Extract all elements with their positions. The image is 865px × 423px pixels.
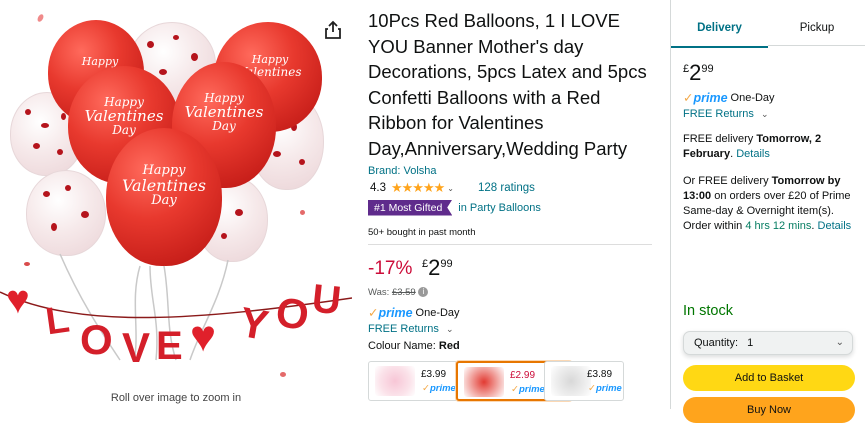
buy-box-price: £299 xyxy=(683,60,714,86)
rating-value: 4.3 xyxy=(370,182,386,194)
info-icon[interactable]: i xyxy=(418,287,429,298)
quantity-value: 1 xyxy=(747,337,754,349)
prime-logo: ✓prime xyxy=(368,306,413,320)
star-rating-icon[interactable]: ★★★★★ xyxy=(391,180,445,196)
zoom-hint: Roll over image to zoom in xyxy=(110,392,242,404)
heart-icon: ♥ xyxy=(6,278,30,322)
most-gifted-badge[interactable]: #1 Most Gifted xyxy=(368,199,453,216)
bought-count: 50+ bought in past month xyxy=(368,227,476,238)
delivery-message: FREE delivery Tomorrow, 2 February. Deta… xyxy=(683,133,822,160)
colour-swatch-silver[interactable]: £3.89 ✓prime xyxy=(544,361,624,401)
ratings-count-link[interactable]: 128 ratings xyxy=(478,182,535,194)
banner-letter: V xyxy=(122,324,151,371)
chevron-down-icon[interactable]: ⌄ xyxy=(447,184,454,193)
price-fraction: 99 xyxy=(701,63,714,75)
badge-category-link[interactable]: in Party Balloons xyxy=(458,202,541,214)
best-seller-badge-row: #1 Most Gifted in Party Balloons xyxy=(368,199,541,216)
delivery-details-link[interactable]: Details xyxy=(818,220,852,232)
swatch-price: £3.99 xyxy=(421,369,447,380)
product-title: 10Pcs Red Balloons, 1 I LOVE YOU Banner … xyxy=(368,10,647,159)
brand-link[interactable]: Brand: Volsha xyxy=(368,165,437,177)
price-fraction: 99 xyxy=(440,258,453,270)
chevron-down-icon[interactable]: ⌄ xyxy=(761,109,769,119)
free-returns-link[interactable]: FREE Returns ⌄ xyxy=(368,323,454,335)
product-image[interactable]: Happy Happy Valentines Happy Valentines Day… xyxy=(0,0,352,409)
share-icon[interactable] xyxy=(323,20,343,40)
prime-logo: ✓prime xyxy=(511,384,545,395)
confetti xyxy=(280,372,286,377)
chevron-down-icon: ⌄ xyxy=(835,337,844,348)
was-price-value: £3.59 xyxy=(391,287,416,298)
swatch-price: £3.89 xyxy=(587,369,613,380)
price-currency: £ xyxy=(422,258,429,270)
delivery-details-link[interactable]: Details xyxy=(736,148,770,160)
confetti xyxy=(300,210,305,215)
prime-delivery: ✓prime One-Day xyxy=(368,305,460,320)
heart-icon: ♥ xyxy=(190,312,217,361)
banner-letter: O xyxy=(80,316,113,363)
banner-letter: O xyxy=(272,287,312,340)
banner-letter: E xyxy=(156,324,183,368)
chevron-down-icon[interactable]: ⌄ xyxy=(446,324,454,334)
was-label: Was: xyxy=(368,287,390,298)
banner-letter: U xyxy=(309,276,344,324)
was-price: Was: £3.59 i xyxy=(368,287,429,298)
swatch-thumbnail xyxy=(551,366,591,396)
prime-logo: ✓prime xyxy=(422,383,456,394)
free-returns-link[interactable]: FREE Returns ⌄ xyxy=(683,108,769,120)
stock-status: In stock xyxy=(683,303,733,319)
fastest-delivery-message: Or FREE delivery Tomorrow by 13:00 on or… xyxy=(683,175,852,232)
swatch-thumbnail xyxy=(375,366,415,396)
prime-delivery: ✓prime One-Day xyxy=(683,90,775,105)
colour-label: Colour Name: xyxy=(368,340,436,352)
quantity-label: Quantity: xyxy=(694,337,739,349)
countdown: 4 hrs 12 mins xyxy=(745,220,812,232)
prime-delivery-speed: One-Day xyxy=(730,91,775,104)
colour-name: Colour Name: Red xyxy=(368,340,460,352)
buy-now-button[interactable]: Buy Now xyxy=(683,397,855,423)
price-whole: 2 xyxy=(689,60,702,85)
confetti xyxy=(24,262,30,266)
tab-pickup[interactable]: Pickup xyxy=(768,10,865,46)
divider xyxy=(368,244,652,245)
price-currency: £ xyxy=(683,63,690,75)
discount-percent: -17% xyxy=(368,258,413,279)
tab-delivery[interactable]: Delivery xyxy=(671,10,768,48)
prime-logo: ✓prime xyxy=(588,383,622,394)
rating-row: 4.3 ★★★★★ ⌄ 128 ratings xyxy=(370,180,535,196)
price: £299 xyxy=(422,255,453,281)
prime-delivery-speed: One-Day xyxy=(415,306,460,319)
swatch-thumbnail xyxy=(464,367,504,397)
colour-value: Red xyxy=(438,340,460,352)
prime-logo: ✓prime xyxy=(683,91,728,105)
swatch-price: £2.99 xyxy=(510,370,536,381)
price-whole: 2 xyxy=(428,255,441,280)
add-to-basket-button[interactable]: Add to Basket xyxy=(683,365,855,391)
quantity-select[interactable]: Quantity: 1 ⌄ xyxy=(683,331,853,355)
